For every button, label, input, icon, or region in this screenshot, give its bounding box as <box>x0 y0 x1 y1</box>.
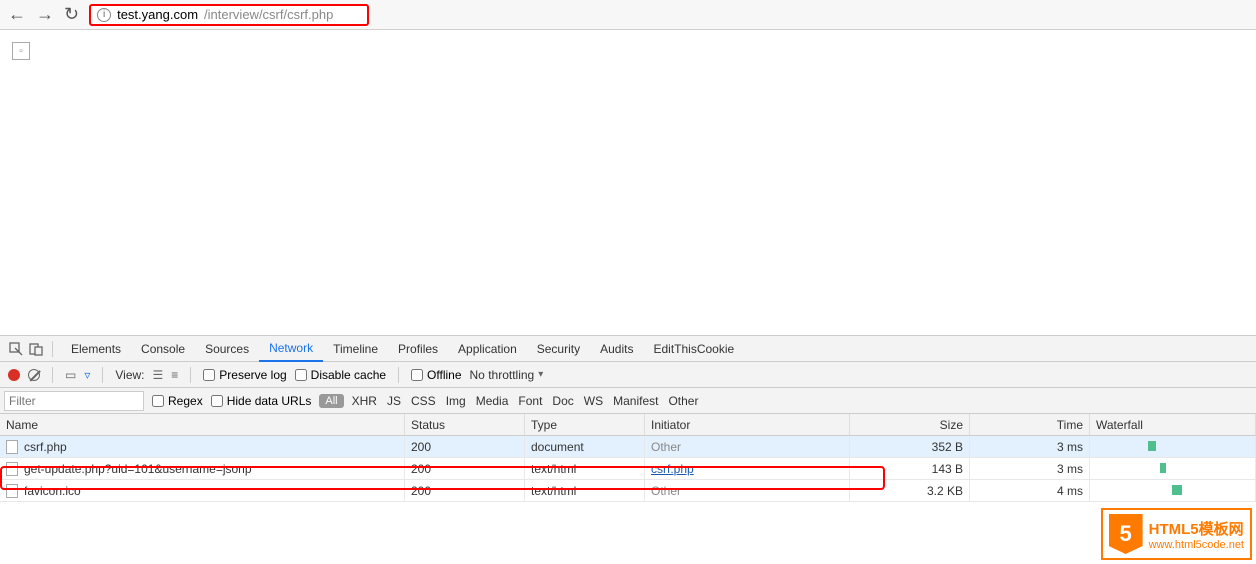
filter-type-other[interactable]: Other <box>668 394 698 408</box>
tab-sources[interactable]: Sources <box>195 336 259 362</box>
col-time[interactable]: Time <box>970 414 1090 436</box>
cell: csrf.php <box>645 458 850 480</box>
cell: 3.2 KB <box>850 480 970 502</box>
cell: 200 <box>405 480 525 502</box>
filter-all[interactable]: All <box>319 394 343 408</box>
forward-arrow-icon[interactable]: → <box>36 4 54 25</box>
tab-network[interactable]: Network <box>259 336 323 362</box>
page-content: ▫ <box>0 30 1256 335</box>
disable-cache-checkbox[interactable]: Disable cache <box>295 368 386 382</box>
cell: favicon.ico <box>0 480 405 502</box>
tab-application[interactable]: Application <box>448 336 527 362</box>
col-name[interactable]: Name <box>0 414 405 436</box>
url-host: test.yang.com <box>117 7 198 22</box>
regex-checkbox[interactable]: Regex <box>152 394 203 408</box>
cell: csrf.php <box>0 436 405 458</box>
offline-checkbox[interactable]: Offline <box>411 368 461 382</box>
hide-data-urls-checkbox[interactable]: Hide data URLs <box>211 394 312 408</box>
broken-image-icon: ▫ <box>12 42 30 60</box>
reload-icon[interactable]: ↻ <box>64 4 79 25</box>
large-rows-icon[interactable]: ☰ <box>153 368 164 382</box>
html5-badge-icon: 5 <box>1109 514 1143 554</box>
col-size[interactable]: Size <box>850 414 970 436</box>
cell: 352 B <box>850 436 970 458</box>
filter-type-doc[interactable]: Doc <box>552 394 573 408</box>
device-icon[interactable] <box>28 341 44 357</box>
cell: Other <box>645 436 850 458</box>
tab-timeline[interactable]: Timeline <box>323 336 388 362</box>
col-initiator[interactable]: Initiator <box>645 414 850 436</box>
cell <box>1090 436 1256 458</box>
filter-type-media[interactable]: Media <box>476 394 509 408</box>
filter-type-js[interactable]: JS <box>387 394 401 408</box>
address-bar: ← → ↻ i test.yang.com/interview/csrf/csr… <box>0 0 1256 30</box>
preserve-log-checkbox[interactable]: Preserve log <box>203 368 286 382</box>
separator <box>190 367 191 383</box>
tab-elements[interactable]: Elements <box>61 336 131 362</box>
cell: Other <box>645 480 850 502</box>
camera-icon[interactable]: ▭ <box>65 368 76 382</box>
separator <box>102 367 103 383</box>
col-type[interactable]: Type <box>525 414 645 436</box>
back-arrow-icon[interactable]: ← <box>8 4 26 25</box>
cell: text/html <box>525 458 645 480</box>
filter-type-xhr[interactable]: XHR <box>352 394 377 408</box>
separator <box>52 367 53 383</box>
overview-icon[interactable]: ≡ <box>171 368 178 382</box>
record-icon[interactable] <box>8 369 20 381</box>
tab-audits[interactable]: Audits <box>590 336 643 362</box>
watermark: 5 HTML5模板网 www.html5code.net <box>1101 508 1252 560</box>
filter-type-manifest[interactable]: Manifest <box>613 394 658 408</box>
devtools-tabs: ElementsConsoleSourcesNetworkTimelinePro… <box>0 336 1256 362</box>
separator <box>398 367 399 383</box>
filter-type-css[interactable]: CSS <box>411 394 436 408</box>
filter-type-font[interactable]: Font <box>518 394 542 408</box>
watermark-title: HTML5模板网 <box>1149 518 1244 539</box>
col-status[interactable]: Status <box>405 414 525 436</box>
cell <box>1090 480 1256 502</box>
url-input[interactable]: i test.yang.com/interview/csrf/csrf.php <box>89 4 369 26</box>
cell <box>1090 458 1256 480</box>
cell: get-update.php?uid=101&username=jsonp <box>0 458 405 480</box>
tab-editthiscookie[interactable]: EditThisCookie <box>643 336 744 362</box>
cell: text/html <box>525 480 645 502</box>
cell: 200 <box>405 458 525 480</box>
filter-type-ws[interactable]: WS <box>584 394 603 408</box>
cell: 3 ms <box>970 458 1090 480</box>
inspect-icon[interactable] <box>8 341 24 357</box>
network-toolbar: ▭ ▿ View: ☰ ≡ Preserve log Disable cache… <box>0 362 1256 388</box>
filter-icon[interactable]: ▿ <box>84 368 90 382</box>
col-waterfall[interactable]: Waterfall <box>1090 414 1256 436</box>
throttling-dropdown[interactable]: No throttling <box>470 368 544 382</box>
cell: document <box>525 436 645 458</box>
clear-icon[interactable] <box>28 369 40 381</box>
tab-profiles[interactable]: Profiles <box>388 336 448 362</box>
tab-security[interactable]: Security <box>527 336 590 362</box>
watermark-url: www.html5code.net <box>1149 539 1244 551</box>
cell: 3 ms <box>970 436 1090 458</box>
separator <box>52 341 53 357</box>
devtools-panel: ElementsConsoleSourcesNetworkTimelinePro… <box>0 335 1256 502</box>
cell: 200 <box>405 436 525 458</box>
filter-input[interactable] <box>4 391 144 411</box>
tab-console[interactable]: Console <box>131 336 195 362</box>
cell: 143 B <box>850 458 970 480</box>
url-path: /interview/csrf/csrf.php <box>204 7 333 22</box>
view-label: View: <box>115 368 144 382</box>
filter-type-img[interactable]: Img <box>446 394 466 408</box>
network-filter-bar: Regex Hide data URLs All XHR JS CSS Img Medi… <box>0 388 1256 414</box>
cell: 4 ms <box>970 480 1090 502</box>
network-table: Name Status Type Initiator Size Time Wat… <box>0 414 1256 502</box>
info-icon[interactable]: i <box>97 8 111 22</box>
